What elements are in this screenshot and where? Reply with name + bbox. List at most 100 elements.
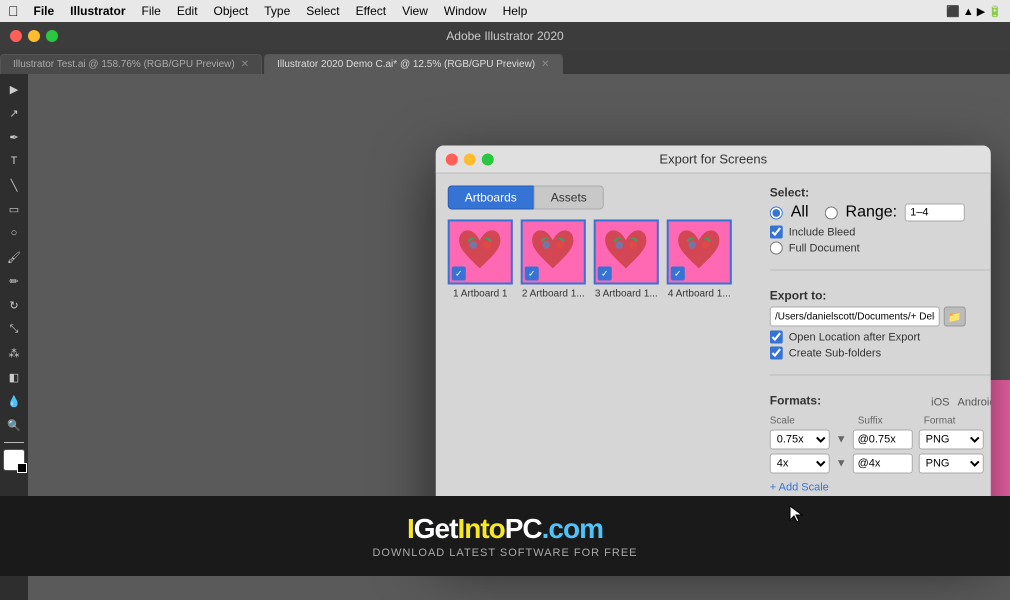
tool-direct-select[interactable]: ↗	[3, 102, 25, 124]
menu-bar:  File Illustrator File Edit Object Type…	[0, 0, 1010, 22]
tool-select[interactable]: ▶	[3, 78, 25, 100]
include-bleed-checkbox[interactable]	[770, 225, 783, 238]
tab-demo-close[interactable]: ✕	[541, 59, 549, 70]
artboard-check-3[interactable]: ✓	[598, 266, 612, 280]
dialog-close[interactable]	[446, 153, 458, 165]
menu-illustrator[interactable]: File	[27, 2, 62, 20]
scale-col-header: Scale	[770, 415, 830, 426]
android-label: Android	[958, 396, 991, 408]
radio-range[interactable]	[825, 206, 838, 219]
format-dropdown-arrow-1: ▼	[990, 433, 991, 445]
tool-pencil[interactable]: ✏	[3, 270, 25, 292]
suffix-input-1[interactable]	[853, 429, 913, 449]
ios-android-controls: iOS Android ⚙	[931, 393, 991, 411]
ios-label: iOS	[931, 396, 949, 408]
open-location-label: Open Location after Export	[789, 331, 920, 343]
menu-view[interactable]: View	[395, 2, 435, 20]
menu-edit[interactable]: Edit	[170, 2, 205, 20]
artboard-item-1: ✓ 1 Artboard 1	[448, 219, 513, 300]
maximize-button[interactable]	[46, 30, 58, 42]
suffix-col-header: Suffix	[858, 415, 918, 426]
tool-pen[interactable]: ✒	[3, 126, 25, 148]
folder-browse-button[interactable]: 📁	[944, 306, 966, 326]
menu-object[interactable]: Object	[207, 2, 256, 20]
artboard-check-4[interactable]: ✓	[671, 266, 685, 280]
right-panel: Select: All Range: Include Bleed	[770, 185, 991, 495]
scale-select-2[interactable]: 1x 2x 3x 4x	[770, 453, 830, 473]
artboard-thumb-2[interactable]: ✓	[521, 219, 586, 284]
add-scale-button[interactable]: + Add Scale	[770, 481, 829, 493]
tool-gradient[interactable]: ◧	[3, 366, 25, 388]
title-bar: Adobe Illustrator 2020	[0, 22, 1010, 50]
watermark-into: Into	[457, 513, 504, 544]
artboard-check-2[interactable]: ✓	[525, 266, 539, 280]
tab-strip: Illustrator Test.ai @ 158.76% (RGB/GPU P…	[0, 50, 1010, 74]
watermark-logo: IGetIntoPC.com	[407, 513, 603, 545]
section-divider-2	[770, 374, 991, 375]
watermark-banner: IGetIntoPC.com Download Latest Software …	[0, 496, 1010, 576]
tool-ellipse[interactable]: ○	[3, 222, 25, 244]
toolbar-divider	[4, 442, 24, 443]
dialog-maximize[interactable]	[482, 153, 494, 165]
artboard-item-4: ✓ 4 Artboard 1...	[667, 219, 732, 300]
scale-select-1[interactable]: 0.75x 1x 2x 3x 4x	[770, 429, 830, 449]
tool-blend[interactable]: ⁂	[3, 342, 25, 364]
tool-rect[interactable]: ▭	[3, 198, 25, 220]
menu-type[interactable]: Type	[257, 2, 297, 20]
close-button[interactable]	[10, 30, 22, 42]
artboard-check-1[interactable]: ✓	[452, 266, 466, 280]
tool-zoom[interactable]: 🔍	[3, 414, 25, 436]
format-select-2[interactable]: PNG JPG SVG PDF	[919, 453, 984, 473]
create-subfolders-row: Create Sub-folders	[770, 346, 991, 359]
tool-eyedropper[interactable]: 💧	[3, 390, 25, 412]
menu-window[interactable]: Window	[437, 2, 494, 20]
formats-section: Formats: iOS Android ⚙ Scale Suffix	[770, 393, 991, 495]
tab-demo[interactable]: Illustrator 2020 Demo C.ai* @ 12.5% (RGB…	[264, 54, 562, 74]
tab-test[interactable]: Illustrator Test.ai @ 158.76% (RGB/GPU P…	[0, 54, 262, 74]
radio-all[interactable]	[770, 206, 783, 219]
open-location-checkbox[interactable]	[770, 330, 783, 343]
artboard-name-4: Artboard 1...	[676, 288, 731, 299]
artboard-thumb-1[interactable]: ✓	[448, 219, 513, 284]
tab-assets[interactable]: Assets	[534, 185, 604, 209]
export-for-screens-dialog: Export for Screens Artboards Assets	[436, 145, 991, 544]
radio-all-label: All	[791, 203, 809, 221]
dialog-minimize[interactable]	[464, 153, 476, 165]
window-controls	[10, 30, 58, 42]
artboard-number-1: 1	[453, 288, 459, 299]
dialog-controls	[446, 153, 494, 165]
suffix-input-2[interactable]	[853, 453, 913, 473]
menu-file[interactable]: File	[135, 2, 168, 20]
tool-scale[interactable]: ⤡	[3, 318, 25, 340]
artboard-thumb-4[interactable]: ✓	[667, 219, 732, 284]
menu-illustrator-label[interactable]: Illustrator	[63, 2, 132, 20]
formats-label: Formats:	[770, 393, 821, 407]
artboards-grid: ✓ 1 Artboard 1	[448, 219, 758, 300]
tab-artboards[interactable]: Artboards	[448, 185, 534, 209]
full-document-radio[interactable]	[770, 241, 783, 254]
minimize-button[interactable]	[28, 30, 40, 42]
menu-help[interactable]: Help	[496, 2, 535, 20]
artboard-label-3: 3 Artboard 1...	[595, 288, 658, 300]
artboard-label-4: 4 Artboard 1...	[668, 288, 731, 300]
tool-fill[interactable]	[3, 449, 25, 471]
menu-bar-right: ⬛ ▲ ▶ 🔋	[946, 5, 1002, 18]
apple-logo[interactable]: 	[8, 3, 19, 19]
dialog-tab-buttons: Artboards Assets	[448, 185, 758, 209]
tool-brush[interactable]: 🖌	[3, 246, 25, 268]
tool-type[interactable]: T	[3, 150, 25, 172]
artboard-name-1: Artboard 1	[461, 288, 508, 299]
menu-effect[interactable]: Effect	[349, 2, 393, 20]
format-select-1[interactable]: PNG JPG SVG PDF	[919, 429, 984, 449]
include-bleed-row: Include Bleed	[770, 225, 991, 238]
export-path-input[interactable]	[770, 306, 940, 326]
format-row-2: 1x 2x 3x 4x ▼ PNG JPG SVG PDF	[770, 453, 991, 473]
format-dropdown-arrow-2: ▼	[990, 457, 991, 469]
artboard-thumb-3[interactable]: ✓	[594, 219, 659, 284]
create-subfolders-checkbox[interactable]	[770, 346, 783, 359]
tab-test-close[interactable]: ✕	[241, 59, 249, 70]
menu-select[interactable]: Select	[299, 2, 346, 20]
tool-rotate[interactable]: ↻	[3, 294, 25, 316]
tool-line[interactable]: ╲	[3, 174, 25, 196]
range-input[interactable]	[905, 203, 965, 221]
